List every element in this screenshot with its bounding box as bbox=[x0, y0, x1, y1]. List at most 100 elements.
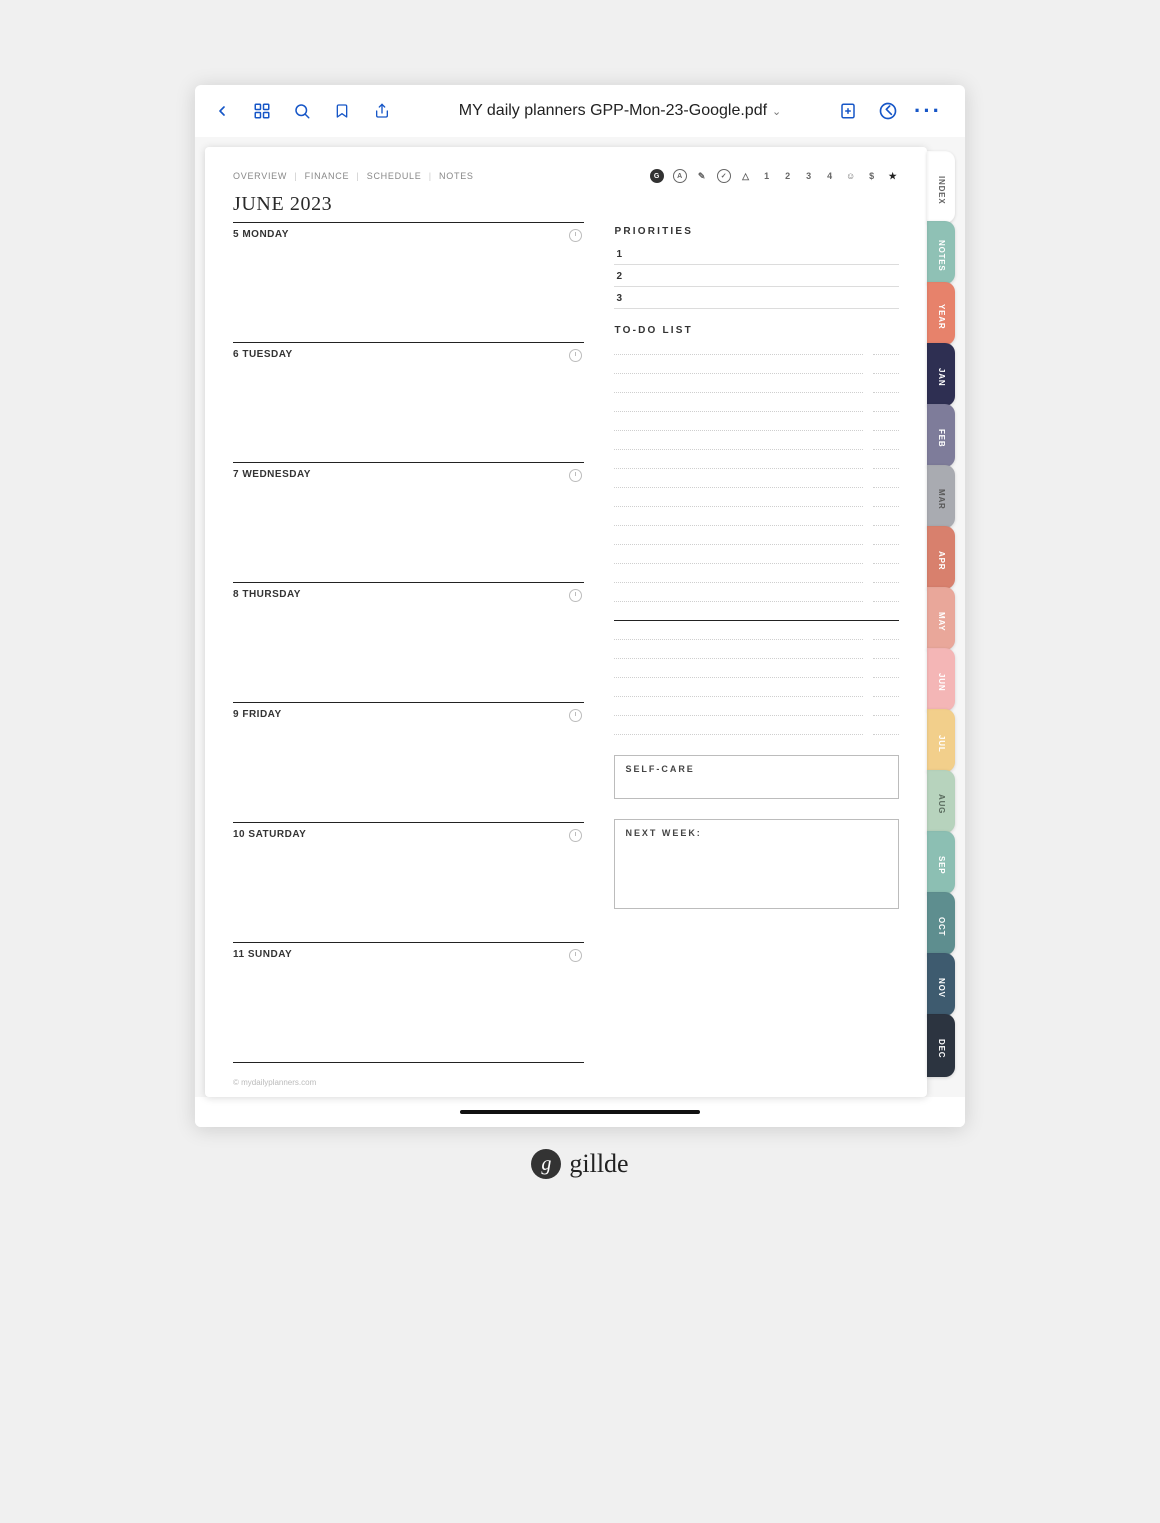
todo-line[interactable] bbox=[614, 373, 899, 374]
app-toolbar: MY daily planners GPP-Mon-23-Google.pdf … bbox=[195, 85, 965, 137]
nav-notes[interactable]: NOTES bbox=[439, 171, 474, 181]
mini-a-icon[interactable]: A bbox=[673, 169, 687, 183]
clock-icon[interactable] bbox=[569, 229, 582, 242]
chevron-down-icon: ⌄ bbox=[772, 105, 781, 118]
side-tab-oct[interactable]: OCT bbox=[927, 892, 955, 955]
clock-icon[interactable] bbox=[569, 949, 582, 962]
face-icon[interactable]: ☺ bbox=[845, 171, 857, 181]
side-tab-jul[interactable]: JUL bbox=[927, 709, 955, 772]
document-title: MY daily planners GPP-Mon-23-Google.pdf bbox=[459, 102, 767, 120]
day-label: 8 THURSDAY bbox=[233, 589, 301, 600]
more-button[interactable]: ··· bbox=[913, 96, 943, 126]
todo-line[interactable] bbox=[614, 601, 899, 602]
back-button[interactable] bbox=[207, 96, 237, 126]
document-title-wrap[interactable]: MY daily planners GPP-Mon-23-Google.pdf … bbox=[407, 102, 833, 120]
priorities-heading: PRIORITIES bbox=[614, 226, 899, 237]
todo-line[interactable] bbox=[614, 544, 899, 545]
todo-line[interactable] bbox=[614, 677, 899, 678]
day-block[interactable]: 5 MONDAY bbox=[233, 222, 584, 240]
nav-schedule[interactable]: SCHEDULE bbox=[367, 171, 422, 181]
home-indicator bbox=[460, 1110, 700, 1114]
todo-line[interactable] bbox=[614, 639, 899, 640]
clock-icon[interactable] bbox=[569, 829, 582, 842]
todo-line[interactable] bbox=[614, 468, 899, 469]
todo-line[interactable] bbox=[614, 563, 899, 564]
todo-line[interactable] bbox=[614, 734, 899, 735]
side-tab-year[interactable]: YEAR bbox=[927, 282, 955, 345]
day-label: 10 SATURDAY bbox=[233, 829, 306, 840]
month-heading: JUNE 2023 bbox=[233, 193, 899, 216]
todo-line[interactable] bbox=[614, 487, 899, 488]
star-icon[interactable]: ★ bbox=[887, 171, 899, 182]
mini-1[interactable]: 1 bbox=[761, 171, 773, 181]
page-nav-links: OVERVIEW | FINANCE | SCHEDULE | NOTES bbox=[233, 171, 474, 181]
bell-icon[interactable]: △ bbox=[740, 171, 752, 182]
dollar-icon[interactable]: $ bbox=[866, 171, 878, 181]
clock-icon[interactable] bbox=[569, 469, 582, 482]
priority-row[interactable]: 3 bbox=[614, 287, 899, 309]
day-block[interactable]: 11 SUNDAY bbox=[233, 942, 584, 960]
week-days-column: 5 MONDAY 6 TUESDAY 7 WEDNESDAY 8 THURSDAY 9 … bbox=[233, 222, 584, 1063]
side-tab-apr[interactable]: APR bbox=[927, 526, 955, 589]
clock-icon[interactable] bbox=[569, 349, 582, 362]
day-block[interactable]: 9 FRIDAY bbox=[233, 702, 584, 720]
side-tab-dec[interactable]: DEC bbox=[927, 1014, 955, 1077]
clock-icon[interactable] bbox=[569, 589, 582, 602]
side-tab-jun[interactable]: JUN bbox=[927, 648, 955, 711]
day-block[interactable]: 7 WEDNESDAY bbox=[233, 462, 584, 480]
todo-line[interactable] bbox=[614, 582, 899, 583]
mini-3[interactable]: 3 bbox=[803, 171, 815, 181]
nextweek-label: NEXT WEEK: bbox=[625, 828, 888, 838]
side-tab-notes[interactable]: NOTES bbox=[927, 221, 955, 284]
nav-overview[interactable]: OVERVIEW bbox=[233, 171, 287, 181]
nextweek-box[interactable]: NEXT WEEK: bbox=[614, 819, 899, 909]
pencil-icon[interactable]: ✎ bbox=[696, 171, 708, 182]
todo-line[interactable] bbox=[614, 411, 899, 412]
day-block[interactable]: 8 THURSDAY bbox=[233, 582, 584, 600]
todo-line[interactable] bbox=[614, 449, 899, 450]
mini-4[interactable]: 4 bbox=[824, 171, 836, 181]
check-icon[interactable]: ✓ bbox=[717, 169, 731, 183]
todo-line[interactable] bbox=[614, 506, 899, 507]
side-tab-feb[interactable]: FEB bbox=[927, 404, 955, 467]
side-tab-index[interactable]: INDEX bbox=[927, 151, 955, 223]
todo-line[interactable] bbox=[614, 392, 899, 393]
home-indicator-area bbox=[195, 1097, 965, 1127]
todo-line[interactable] bbox=[614, 430, 899, 431]
todo-line[interactable] bbox=[614, 525, 899, 526]
day-label: 9 FRIDAY bbox=[233, 709, 282, 720]
priority-row[interactable]: 1 bbox=[614, 243, 899, 265]
todo-line[interactable] bbox=[614, 658, 899, 659]
side-tab-jan[interactable]: JAN bbox=[927, 343, 955, 406]
add-page-button[interactable] bbox=[833, 96, 863, 126]
thumbnails-button[interactable] bbox=[247, 96, 277, 126]
day-block[interactable]: 10 SATURDAY bbox=[233, 822, 584, 840]
app-window: MY daily planners GPP-Mon-23-Google.pdf … bbox=[195, 85, 965, 1127]
todo-line[interactable] bbox=[614, 715, 899, 716]
todo-line[interactable] bbox=[614, 696, 899, 697]
selfcare-box[interactable]: SELF-CARE bbox=[614, 755, 899, 799]
annotate-button[interactable] bbox=[873, 96, 903, 126]
brand-logo: g gillde bbox=[0, 1149, 1160, 1179]
day-label: 5 MONDAY bbox=[233, 229, 289, 240]
side-tab-mar[interactable]: MAR bbox=[927, 465, 955, 528]
share-button[interactable] bbox=[367, 96, 397, 126]
mini-2[interactable]: 2 bbox=[782, 171, 794, 181]
page-icon-bar: G A ✎ ✓ △ 1 2 3 4 ☺ $ ★ bbox=[650, 169, 899, 183]
clock-icon[interactable] bbox=[569, 709, 582, 722]
search-button[interactable] bbox=[287, 96, 317, 126]
side-tab-sep[interactable]: SEP bbox=[927, 831, 955, 894]
day-block[interactable]: 6 TUESDAY bbox=[233, 342, 584, 360]
selfcare-label: SELF-CARE bbox=[625, 764, 888, 774]
bookmark-button[interactable] bbox=[327, 96, 357, 126]
brand-mark: g bbox=[531, 1149, 561, 1179]
side-tab-nov[interactable]: NOV bbox=[927, 953, 955, 1016]
right-column: PRIORITIES 123 TO-DO LIST SELF-CARE NEXT… bbox=[614, 222, 899, 1063]
todo-heading: TO-DO LIST bbox=[614, 325, 899, 336]
todo-line[interactable] bbox=[614, 354, 899, 355]
side-tab-may[interactable]: MAY bbox=[927, 587, 955, 650]
mini-g-icon[interactable]: G bbox=[650, 169, 664, 183]
priority-row[interactable]: 2 bbox=[614, 265, 899, 287]
side-tab-aug[interactable]: AUG bbox=[927, 770, 955, 833]
nav-finance[interactable]: FINANCE bbox=[305, 171, 350, 181]
